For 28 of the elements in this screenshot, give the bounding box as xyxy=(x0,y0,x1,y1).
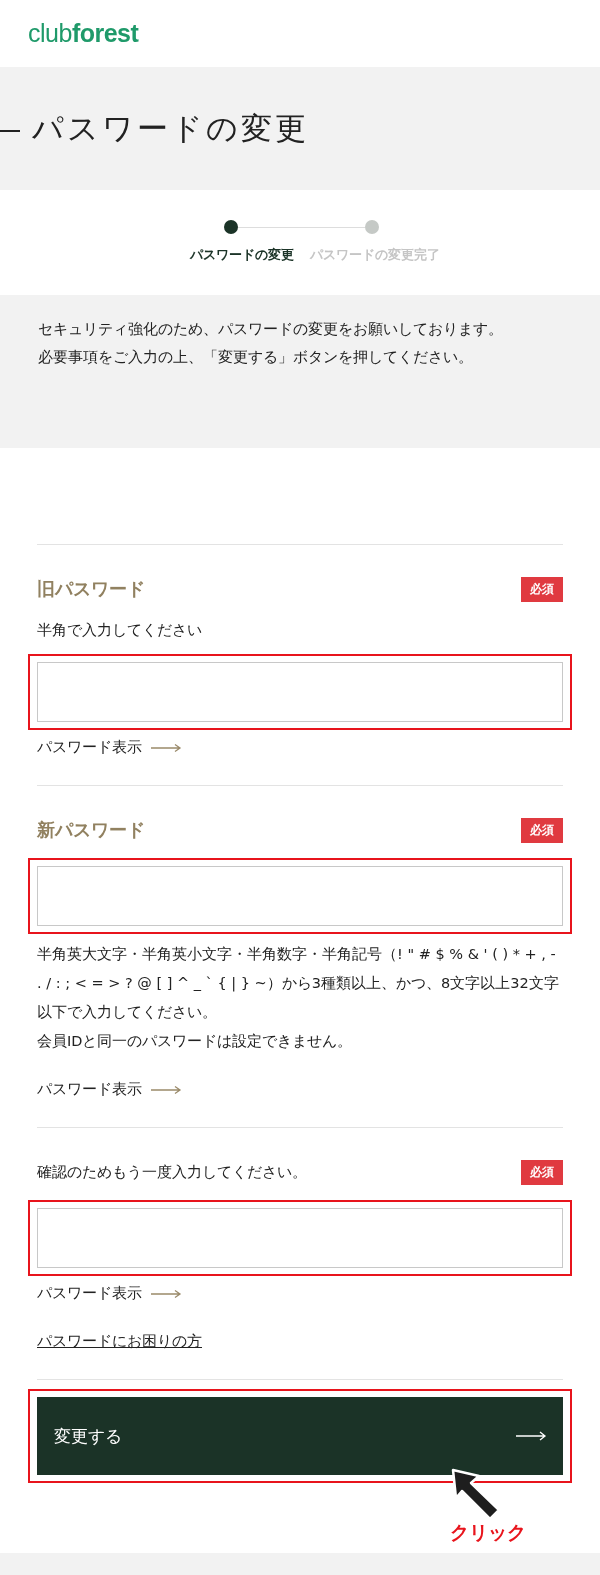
field-hint: 半角で入力してください xyxy=(37,621,203,640)
field-label: 旧パスワード xyxy=(37,577,145,601)
step-label: パスワードの変更完了 xyxy=(310,247,440,264)
page-title: パスワードの変更 xyxy=(32,108,309,148)
show-password-link[interactable]: パスワード表示 xyxy=(37,1284,142,1303)
field-label: 確認のためもう一度入力してください。 xyxy=(37,1162,307,1182)
password-field[interactable] xyxy=(37,866,563,926)
arrow-icon xyxy=(150,1084,182,1095)
required-badge: 必須 xyxy=(521,576,563,602)
field-note: 会員IDと同一のパスワードは設定できません。 xyxy=(37,1032,354,1051)
click-annotation: クリック xyxy=(450,1520,526,1545)
arrow-icon xyxy=(515,1430,547,1442)
show-password-link[interactable]: パスワード表示 xyxy=(37,1080,142,1099)
arrow-icon xyxy=(150,742,182,753)
field-note: 半角英大文字・半角英小文字・半角数字・半角記号（! " # $ % & ' ( ) * + , - . / : ; < = > ? @ [ ] ^ _ ` { | } ~）から3種類以上、かつ、8文字以上32文字以下で入力してください。 xyxy=(37,945,560,1022)
step-label: パスワードの変更 xyxy=(190,247,294,264)
password-field[interactable] xyxy=(37,1208,563,1268)
help-link[interactable]: パスワードにお困りの方 xyxy=(37,1332,202,1351)
required-badge: 必須 xyxy=(521,1159,563,1185)
notice-text: セキュリティ強化のため、パスワードの変更をお願いしております。 必要事項をご入力の上、「変更する」ボタンを押してください。 xyxy=(38,319,504,368)
field-label: 新パスワード xyxy=(37,818,145,842)
title-rule xyxy=(0,129,20,132)
required-badge: 必須 xyxy=(521,817,563,843)
arrow-icon xyxy=(150,1288,182,1299)
show-password-link[interactable]: パスワード表示 xyxy=(37,738,142,757)
logo[interactable]: clubforest xyxy=(28,19,139,48)
submit-button[interactable]: 変更する xyxy=(37,1397,563,1475)
password-field[interactable] xyxy=(37,662,563,722)
